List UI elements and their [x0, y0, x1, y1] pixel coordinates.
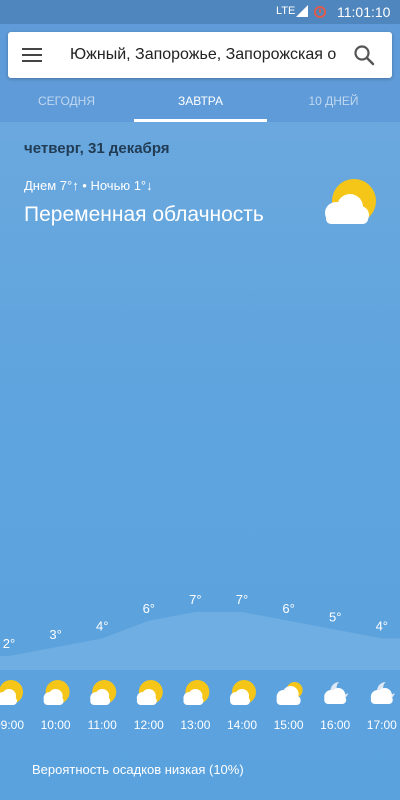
- hour-temp-label: 4°: [376, 618, 388, 633]
- hour-temp-label: 4°: [96, 618, 108, 633]
- tab-10-days[interactable]: 10 ДНЕЙ: [267, 86, 400, 122]
- tab-today[interactable]: СЕГОДНЯ: [0, 86, 133, 122]
- condition-text: Переменная облачность: [24, 203, 264, 226]
- hour-temp-label: 3°: [49, 627, 61, 642]
- moon-cloud-icon: [324, 682, 349, 704]
- active-tab-indicator: [134, 119, 267, 122]
- hourly-icons-row: [0, 680, 395, 705]
- menu-icon[interactable]: [22, 46, 42, 64]
- hour-time-label: 10:00: [40, 718, 71, 732]
- hour-temp-label: 6°: [282, 601, 294, 616]
- hour-temp-label: 7°: [236, 592, 248, 607]
- location-text[interactable]: Южный, Запорожье, Запорожская о: [70, 46, 340, 64]
- status-bar: LTE 11:01:10: [0, 0, 400, 24]
- location-search-bar[interactable]: Южный, Запорожье, Запорожская о: [8, 32, 392, 78]
- sun-cloud-icon: [43, 680, 70, 705]
- partly-cloudy-icon: [325, 179, 376, 224]
- hour-time-label: 17:00: [366, 718, 397, 732]
- battery-icon: [314, 6, 326, 18]
- hour-temp-label: 6°: [143, 601, 155, 616]
- sun-cloud-icon: [0, 680, 23, 705]
- hour-time-label: 14:00: [226, 718, 258, 732]
- tab-bar: СЕГОДНЯ ЗАВТРА 10 ДНЕЙ: [0, 86, 400, 122]
- sun-cloud-icon: [230, 680, 256, 705]
- search-icon[interactable]: [353, 44, 375, 66]
- sun-cloud-icon: [183, 680, 210, 705]
- day-night-temps: Днем 7°↑ • Ночью 1°↓: [24, 178, 153, 193]
- precipitation-text: Вероятность осадков низкая (10%): [32, 762, 244, 777]
- sun-cloud-icon: [90, 680, 117, 705]
- sun-cloud-icon: [136, 680, 163, 705]
- cloud-sun-small-icon: [276, 682, 303, 705]
- moon-cloud-icon: [370, 682, 395, 704]
- hour-temp-label: 2°: [3, 636, 15, 651]
- hour-temp-label: 5°: [329, 610, 341, 625]
- temperature-chart: 2° 3° 4° 6° 7° 7° 6° 5° 4°: [0, 592, 400, 670]
- hour-time-label: 11:00: [87, 718, 117, 732]
- hour-time-label: 15:00: [273, 718, 304, 732]
- forecast-date: четверг, 31 декабря: [24, 140, 170, 157]
- hour-time-label: 09:00: [0, 718, 25, 732]
- clock: 11:01:10: [337, 4, 391, 20]
- hour-time-label: 16:00: [320, 718, 351, 732]
- network-type: LTE: [276, 5, 296, 17]
- header: Южный, Запорожье, Запорожская о СЕГОДНЯ …: [0, 24, 400, 122]
- hour-time-label: 13:00: [180, 718, 211, 732]
- hour-time-label: 12:00: [133, 718, 164, 732]
- tab-tomorrow[interactable]: ЗАВТРА: [134, 86, 267, 122]
- hour-temp-label: 7°: [189, 592, 201, 607]
- hourly-times-row: 09:00 10:00 11:00 12:00 13:00 14:00 15:00 16:00…: [0, 718, 400, 738]
- signal-icon: [296, 5, 308, 17]
